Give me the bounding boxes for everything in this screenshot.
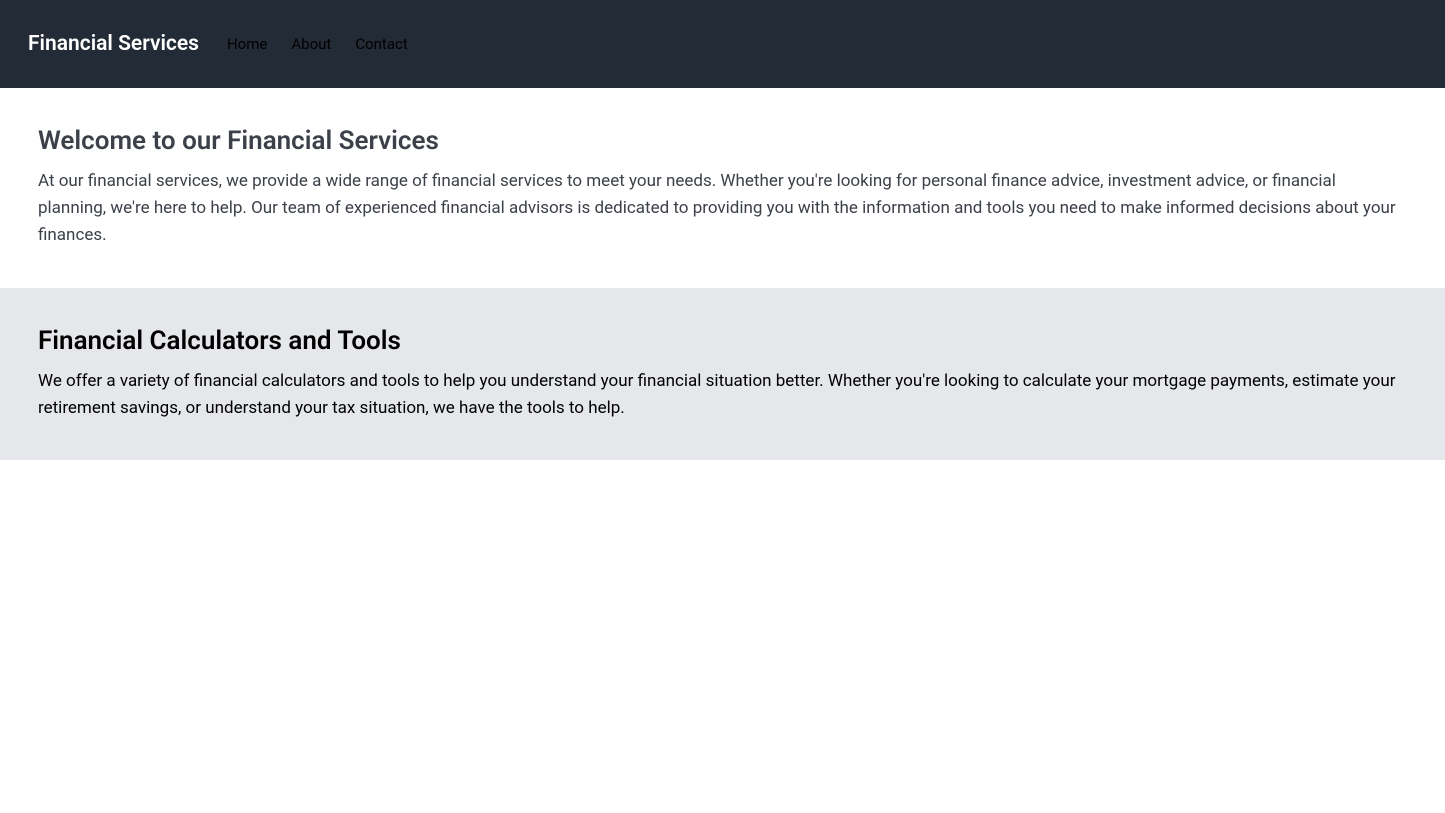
- calculators-section: Financial Calculators and Tools We offer…: [0, 288, 1445, 460]
- navbar: Financial Services Home About Contact: [0, 0, 1445, 88]
- navbar-links: Home About Contact: [227, 35, 408, 53]
- welcome-title: Welcome to our Financial Services: [38, 126, 1407, 156]
- calculators-title: Financial Calculators and Tools: [38, 326, 1407, 356]
- nav-link-contact[interactable]: Contact: [355, 35, 407, 53]
- calculators-text: We offer a variety of financial calculat…: [38, 368, 1407, 422]
- welcome-text: At our financial services, we provide a …: [38, 168, 1407, 250]
- nav-link-about[interactable]: About: [291, 35, 331, 53]
- nav-link-home[interactable]: Home: [227, 35, 267, 53]
- welcome-section: Welcome to our Financial Services At our…: [0, 88, 1445, 288]
- navbar-brand: Financial Services: [28, 32, 199, 56]
